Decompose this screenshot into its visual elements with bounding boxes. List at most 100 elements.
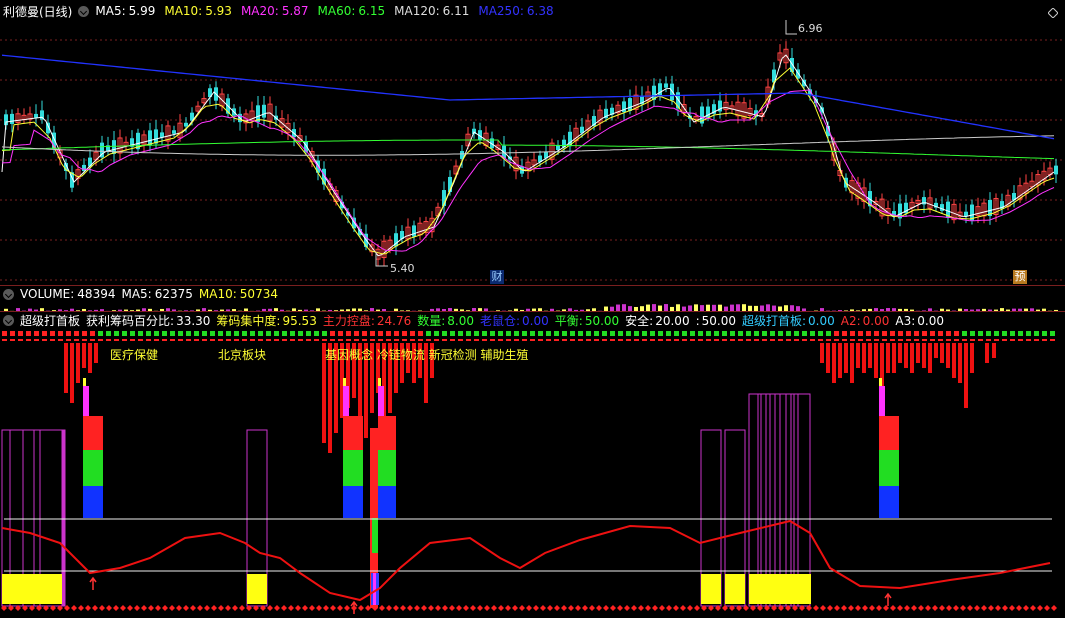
bottom-diamond (988, 605, 994, 611)
signal-dot (34, 331, 39, 336)
candle-body (964, 211, 968, 217)
stack-yellow-cap (343, 378, 346, 386)
bottom-diamond (1023, 605, 1029, 611)
signal-dot (546, 331, 551, 336)
bottom-diamond (540, 605, 546, 611)
signal-dot (274, 331, 279, 336)
signal-dash (642, 339, 647, 341)
stock-title[interactable]: 利德曼(日线) (3, 3, 72, 20)
signal-dash (874, 339, 879, 341)
bottom-diamond (267, 605, 273, 611)
collapse-icon[interactable] (3, 288, 14, 300)
bottom-diamond (1009, 605, 1015, 611)
bottom-diamond (442, 605, 448, 611)
candle-body (1054, 165, 1058, 175)
indicator-name[interactable]: 超级打首板 (20, 312, 80, 329)
concept-label-beijing: 北京板块 (218, 348, 267, 362)
signal-dash (402, 339, 407, 341)
signal-dash (962, 339, 967, 341)
bottom-diamond (491, 605, 497, 611)
signal-dash (114, 339, 119, 341)
bottom-diamond (463, 605, 469, 611)
volume-ma10-label: MA10: (198, 287, 237, 301)
signal-dash (50, 339, 55, 341)
signal-dot (842, 331, 847, 336)
signal-dash (18, 339, 23, 341)
main-force-bar (64, 343, 68, 393)
signal-dash (234, 339, 239, 341)
bottom-diamond (694, 605, 700, 611)
bottom-diamond (1002, 605, 1008, 611)
signal-dash (2, 339, 7, 341)
signal-dash (378, 339, 383, 341)
ma-value: 5.87 (281, 4, 309, 18)
signal-dash (938, 339, 943, 341)
bottom-diamond (449, 605, 455, 611)
signal-dash (810, 339, 815, 341)
settings-diamond-icon[interactable] (1048, 8, 1058, 18)
main-force-bar (82, 343, 86, 368)
bottom-diamond (960, 605, 966, 611)
signal-dash (442, 339, 447, 341)
safety-block (725, 574, 745, 604)
signal-dot (626, 331, 631, 336)
candle-body (262, 104, 266, 118)
signal-dash (1002, 339, 1007, 341)
bottom-diamond (1016, 605, 1022, 611)
low-price-label: 5.40 (390, 262, 415, 275)
signal-dot (698, 331, 703, 336)
signal-dot (898, 331, 903, 336)
signal-dot (946, 331, 951, 336)
signal-dash (458, 339, 463, 341)
bottom-diamond (477, 605, 483, 611)
forecast-tag[interactable]: 预 (1013, 270, 1027, 284)
financial-report-tag[interactable]: 财 (490, 270, 504, 284)
signal-dot (306, 331, 311, 336)
indicator-chart[interactable] (0, 328, 1065, 618)
volume-value: 48394 (77, 287, 116, 301)
collapse-icon[interactable] (3, 314, 14, 326)
high-price-marker (785, 20, 797, 35)
indicator-item: 超级打首板: (741, 313, 807, 328)
collapse-icon[interactable] (78, 5, 90, 17)
signal-dash (250, 339, 255, 341)
bottom-diamond (421, 605, 427, 611)
signal-dash (370, 339, 375, 341)
bottom-diamond (890, 605, 896, 611)
signal-dot (74, 331, 79, 336)
signal-dash (826, 339, 831, 341)
signal-dot (378, 331, 383, 336)
signal-dash (698, 339, 703, 341)
signal-dash (98, 339, 103, 341)
ma-item: MA250: (478, 4, 524, 18)
bottom-diamond (113, 605, 119, 611)
ma-item: MA120: (394, 4, 440, 18)
signal-dot (1050, 331, 1055, 336)
bottom-diamond (148, 605, 154, 611)
signal-dot (210, 331, 215, 336)
stack-green (343, 450, 363, 486)
signal-dash (906, 339, 911, 341)
main-force-bar (874, 343, 878, 378)
signal-dash (1042, 339, 1047, 341)
bottom-diamond (99, 605, 105, 611)
signal-dash (314, 339, 319, 341)
signal-dot (322, 331, 327, 336)
signal-dash (706, 339, 711, 341)
ma-value: 6.38 (526, 4, 554, 18)
bottom-diamond (470, 605, 476, 611)
signal-dash (386, 339, 391, 341)
signal-dash (722, 339, 727, 341)
indicator-value: 0.00 (917, 313, 944, 328)
signal-dot (162, 331, 167, 336)
signal-dot (874, 331, 879, 336)
signal-dash (466, 339, 471, 341)
kline-chart[interactable] (0, 20, 1065, 286)
indicator-value: 20.00 (655, 313, 690, 328)
main-force-bar (832, 343, 836, 383)
signal-dash (354, 339, 359, 341)
bottom-diamond (561, 605, 567, 611)
signal-dot (194, 331, 199, 336)
stack-blue (343, 486, 363, 518)
bottom-diamond (85, 605, 91, 611)
